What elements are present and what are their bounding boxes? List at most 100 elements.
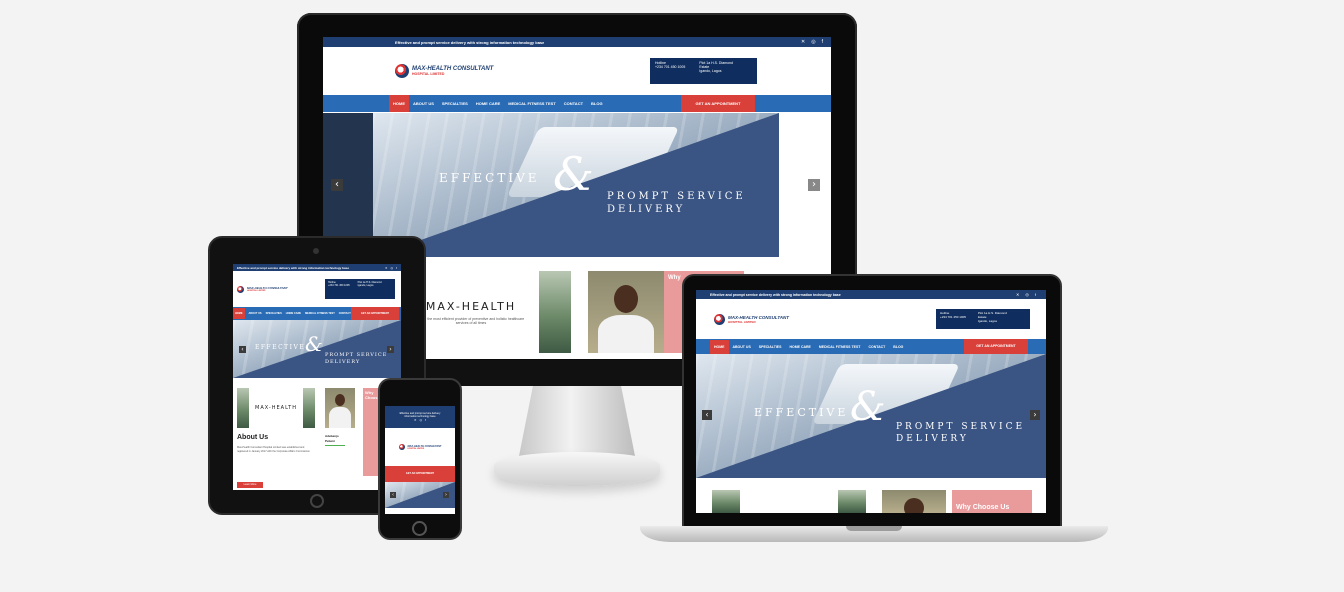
phone-header: MAX-HEALTH CONSULTANT HOSPITAL LIMITED [385,428,455,466]
why-label-short-2: Choos [365,395,378,400]
laptop-tagline: Effective and prompt service delivery wi… [710,292,841,297]
phone-social-icons: ✕ ◎ f [414,418,426,422]
phone-home-button[interactable] [412,521,427,536]
brand-card-title: MAX-HEALTH [255,405,297,411]
tablet-contact-box: Hotline +234 701 450 1005 Plot 1a H.S. D… [325,279,395,299]
arrow-left-icon[interactable]: ‹ [390,492,396,498]
arrow-right-icon[interactable]: › [808,179,820,191]
nav-about[interactable]: ABOUT US [249,312,262,315]
phone-logo[interactable]: MAX-HEALTH CONSULTANT HOSPITAL LIMITED [398,444,441,450]
nav-contact[interactable]: CONTACT [864,340,889,354]
monitor-stand-base [494,452,660,486]
social-icons: ✕ ◎ f [801,39,823,45]
phone-appointment-button[interactable]: GET AN APPOINTMENT [385,466,455,482]
appointment-button[interactable]: GET AN APPOINTMENT [681,95,755,112]
nav-fitness-test[interactable]: MEDICAL FITNESS TEST [815,340,865,354]
logo-mark [714,313,725,325]
nav-fitness-test[interactable]: MEDICAL FITNESS TEST [305,312,335,315]
doctor-face [335,394,345,406]
arrow-left-icon[interactable]: ‹ [239,346,246,353]
tablet-cards: MAX-HEALTH Why Choos [237,388,379,476]
appointment-button[interactable]: GET AN APPOINTMENT [964,339,1028,354]
why-label: Why Choose Us [956,504,1010,511]
arrow-right-icon[interactable]: › [1030,410,1040,420]
hero-ampersand: & [850,384,886,430]
nav-fitness-test[interactable]: MEDICAL FITNESS TEST [504,95,559,112]
nav-specialties[interactable]: SPECIALTIES [438,95,472,112]
hero-prompt: PROMPT SERVICE [325,352,388,358]
brand-card [740,490,838,513]
hotline-number[interactable]: +234 701 450 1005 [328,284,350,287]
twitter-icon[interactable]: ✕ [414,418,417,422]
trees-image-2 [838,490,866,513]
doctor-coat [329,407,351,428]
nav-blog[interactable]: BLOG [889,340,907,354]
about-text: Max-Health Consultant Hospital Limited w… [237,446,310,453]
laptop-top-bar: Effective and prompt service delivery wi… [696,290,1046,299]
doctor-name-1: Adebanjo [325,434,339,438]
arrow-right-icon[interactable]: › [443,492,449,498]
twitter-icon[interactable]: ✕ [1016,292,1019,297]
nav-blog[interactable]: BLOG [587,95,607,112]
instagram-icon[interactable]: ◎ [1025,292,1029,297]
nav-home[interactable]: HOME [233,308,245,319]
hotline-number[interactable]: +234 701 450 1005 [655,65,685,69]
tablet-logo[interactable]: MAX-HEALTH CONSULTANT HOSPITAL LIMITED [237,285,288,293]
laptop-header: MAX-HEALTH CONSULTANT HOSPITAL LIMITED H… [696,299,1046,339]
arrow-left-icon[interactable]: ‹ [702,410,712,420]
trees-image [539,271,571,353]
facebook-icon[interactable]: f [425,418,426,422]
nav-about[interactable]: ABOUT US [409,95,438,112]
nav-home-care[interactable]: HOME CARE [785,340,814,354]
tagline: Effective and prompt service delivery wi… [395,39,545,45]
site-header: MAX-HEALTH CONSULTANT HOSPITAL LIMITED H… [323,47,831,95]
top-bar: Effective and prompt service delivery wi… [323,37,831,47]
arrow-left-icon[interactable]: ‹ [331,179,343,191]
nav-about[interactable]: ABOUT US [729,340,755,354]
doctor-coat [598,315,654,353]
nav-home-care[interactable]: HOME CARE [286,312,301,315]
instagram-icon[interactable]: ◎ [391,266,394,270]
twitter-icon[interactable]: ✕ [385,266,388,270]
tablet-header: MAX-HEALTH CONSULTANT HOSPITAL LIMITED H… [233,271,401,307]
tablet-nav: HOME ABOUT US SPECIALTIES HOME CARE MEDI… [233,307,401,320]
hero-prompt: PROMPT SERVICE [607,191,746,202]
nav-contact[interactable]: CONTACT [560,95,587,112]
nav-home-care[interactable]: HOME CARE [472,95,504,112]
instagram-icon[interactable]: ◎ [811,39,815,45]
laptop-social-icons: ✕ ◎ f [1016,292,1036,297]
laptop-nav: HOME ABOUT US SPECIALTIES HOME CARE MEDI… [696,339,1046,354]
hotline-number[interactable]: +234 701 450 1005 [940,315,966,319]
hero-delivery: DELIVERY [607,204,686,215]
tablet-home-button[interactable] [310,494,324,508]
nav-home[interactable]: HOME [389,95,409,112]
appointment-button[interactable]: GET AN APPOINTMENT [351,307,399,320]
doctor-underline [325,445,345,446]
logo[interactable]: MAX-HEALTH CONSULTANT HOSPITAL LIMITED [395,64,493,78]
doctor-name-2: Pelumi [325,439,335,443]
brand-card-sub: To be the most efficient provider of pre… [417,316,525,325]
twitter-icon[interactable]: ✕ [801,39,805,45]
why-label-short: Why [668,275,681,281]
facebook-icon[interactable]: f [1035,292,1036,297]
doctor-photo [882,490,946,513]
tablet-social-icons: ✕ ◎ f [385,266,397,270]
laptop-logo[interactable]: MAX-HEALTH CONSULTANT HOSPITAL LIMITED [714,313,789,325]
arrow-right-icon[interactable]: › [387,346,394,353]
facebook-icon[interactable]: f [822,39,823,45]
tablet-top-bar: Effective and prompt service delivery wi… [233,264,401,271]
nav-specialties[interactable]: SPECIALTIES [755,340,786,354]
contact-box: Hotline +234 701 450 1005 Plot 1a H.S. D… [650,58,757,84]
tablet-hero: EFFECTIVE & PROMPT SERVICE DELIVERY ‹ › [233,320,401,378]
instagram-icon[interactable]: ◎ [420,418,423,422]
nav-home[interactable]: HOME [710,339,729,354]
hero-prompt: PROMPT SERVICE [896,422,1026,432]
hero-image: EFFECTIVE & PROMPT SERVICE DELIVERY [373,113,779,257]
learn-more-button[interactable]: Learn More [237,482,263,488]
nav-specialties[interactable]: SPECIALTIES [266,312,282,315]
nav-contact[interactable]: CONTACT [339,312,351,315]
address-line-3: Igando, Lagos [699,69,722,73]
monitor-stand-neck [519,386,635,456]
logo-sub: HOSPITAL LIMITED [728,319,756,324]
facebook-icon[interactable]: f [396,266,397,270]
